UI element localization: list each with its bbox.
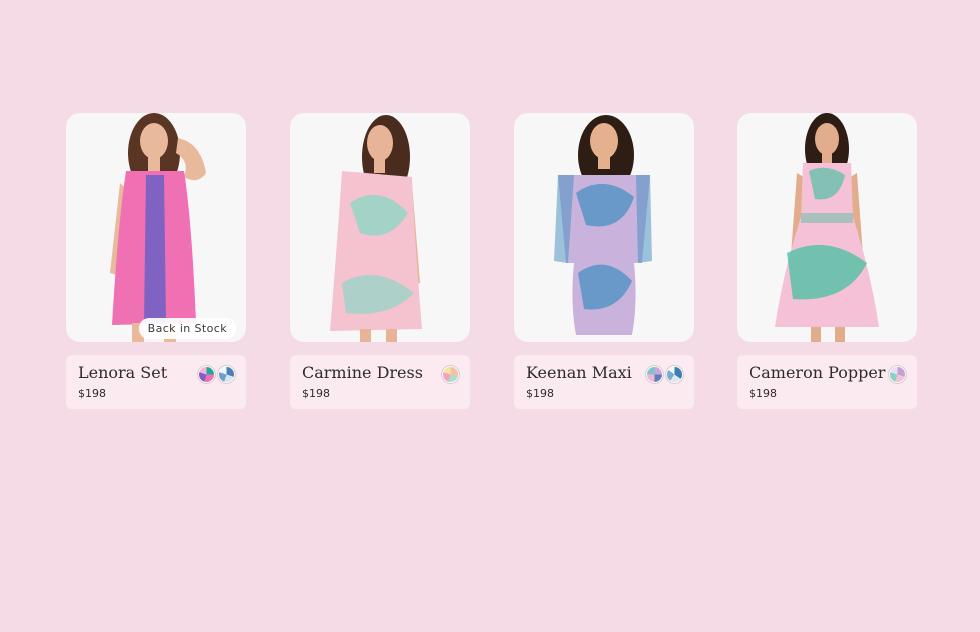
product-image[interactable] bbox=[514, 113, 694, 342]
product-image[interactable] bbox=[290, 113, 470, 342]
product-name[interactable]: Keenan Maxi bbox=[526, 363, 632, 382]
product-grid: Back in Stock Lenora Set $198 Carmine Dr… bbox=[66, 113, 918, 409]
color-swatches bbox=[199, 367, 234, 382]
product-card-carmine-dress[interactable]: Carmine Dress $198 bbox=[290, 113, 470, 409]
color-swatches bbox=[647, 367, 682, 382]
back-in-stock-badge: Back in Stock bbox=[138, 318, 236, 339]
product-card-cameron-popper[interactable]: Cameron Popper $198 bbox=[737, 113, 917, 409]
product-name[interactable]: Carmine Dress bbox=[302, 363, 423, 382]
swatch-pink-green-print-icon[interactable] bbox=[199, 367, 214, 382]
swatch-blue-white-print-icon[interactable] bbox=[667, 367, 682, 382]
product-price: $198 bbox=[302, 387, 330, 400]
swatch-pastel-print-icon[interactable] bbox=[890, 367, 905, 382]
model-photo-placeholder bbox=[110, 113, 206, 342]
swatch-lilac-print-icon[interactable] bbox=[647, 367, 662, 382]
color-swatches bbox=[890, 367, 905, 382]
color-swatches bbox=[443, 367, 458, 382]
product-card-keenan-maxi[interactable]: Keenan Maxi $198 bbox=[514, 113, 694, 409]
product-price: $198 bbox=[749, 387, 777, 400]
product-info: Cameron Popper $198 bbox=[737, 355, 917, 409]
model-photo-placeholder bbox=[554, 115, 652, 335]
model-photo-placeholder bbox=[775, 113, 879, 342]
product-card-lenora-set[interactable]: Back in Stock Lenora Set $198 bbox=[66, 113, 246, 409]
model-photo-placeholder bbox=[330, 115, 422, 342]
swatch-multicolor-print-icon[interactable] bbox=[443, 367, 458, 382]
product-name[interactable]: Lenora Set bbox=[78, 363, 167, 382]
swatch-blue-white-print-icon[interactable] bbox=[219, 367, 234, 382]
product-name[interactable]: Cameron Popper bbox=[749, 363, 885, 382]
product-price: $198 bbox=[526, 387, 554, 400]
product-info: Keenan Maxi $198 bbox=[514, 355, 694, 409]
product-image[interactable] bbox=[737, 113, 917, 342]
product-info: Lenora Set $198 bbox=[66, 355, 246, 409]
product-price: $198 bbox=[78, 387, 106, 400]
product-image[interactable]: Back in Stock bbox=[66, 113, 246, 342]
product-info: Carmine Dress $198 bbox=[290, 355, 470, 409]
